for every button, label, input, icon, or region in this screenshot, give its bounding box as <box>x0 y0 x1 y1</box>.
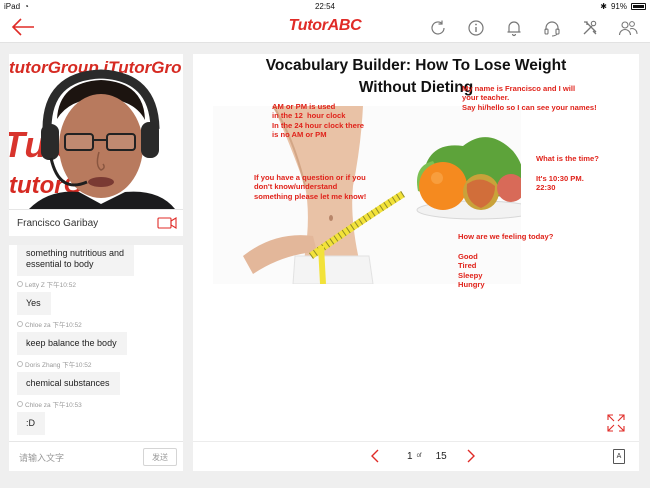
pager: 1 of 15 <box>369 449 477 463</box>
top-nav: TutorABC <box>0 13 650 43</box>
users-icon[interactable] <box>616 16 640 40</box>
teacher-name-bar: Francisco Garibay <box>9 209 183 236</box>
page-of-label: of <box>416 453 422 459</box>
chat-meta: Doris Zhang 下午10:52 <box>17 359 120 369</box>
battery-percent: 91% <box>610 2 627 11</box>
chat-message: Chloe za 下午10:53 :D <box>17 399 82 435</box>
slide-panel: Vocabulary Builder: How To Lose Weight W… <box>193 54 639 471</box>
note-am-pm: AM or PM is used in the 12 hour clock In… <box>272 102 364 139</box>
headset-icon[interactable] <box>540 16 564 40</box>
chat-message: Letty Z 下午10:52 Yes <box>17 279 76 315</box>
clock-icon <box>17 281 23 287</box>
chat-bubble: :D <box>17 412 45 435</box>
slide-title-line1: Vocabulary Builder: How To Lose Weight <box>265 57 567 74</box>
status-right: ✱ 91% <box>600 2 646 11</box>
tools-icon[interactable] <box>578 16 602 40</box>
teacher-portrait <box>29 69 175 209</box>
chat-panel[interactable]: something nutritious and essential to bo… <box>9 245 183 441</box>
chat-meta: Chloe za 下午10:52 <box>17 319 127 329</box>
chat-input[interactable]: 请输入文字 <box>19 451 64 464</box>
battery-icon <box>631 3 646 10</box>
teacher-video: tutorGroup iTutorGro Tu up tutorGr <box>9 54 183 209</box>
slide-footer: 1 of 15 A <box>193 441 639 471</box>
note-time-question: What is the time? <box>536 154 599 163</box>
camera-icon[interactable] <box>157 216 177 235</box>
bluetooth-icon: ✱ <box>600 2 607 11</box>
teacher-name: Francisco Garibay <box>17 218 99 229</box>
clock-icon <box>17 321 23 327</box>
current-page: 1 <box>407 450 413 462</box>
bell-icon[interactable] <box>502 16 526 40</box>
chat-message: something nutritious and essential to bo… <box>17 245 135 276</box>
send-button[interactable]: 发送 <box>143 448 177 466</box>
total-pages: 15 <box>435 450 447 462</box>
note-time-answer: It's 10:30 PM. 22:30 <box>536 174 584 193</box>
clock-icon <box>17 361 23 367</box>
status-time: 22:54 <box>314 2 336 11</box>
clock-icon <box>17 401 23 407</box>
chat-message: Doris Zhang 下午10:52 chemical substances <box>17 359 120 395</box>
note-feeling-options: Good Tired Sleepy Hungry <box>458 252 485 289</box>
chat-meta: Chloe za 下午10:53 <box>17 399 82 409</box>
chat-meta: Letty Z 下午10:52 <box>17 279 76 289</box>
chat-input-bar: 请输入文字 发送 <box>9 441 183 471</box>
chat-bubble: keep balance the body <box>17 332 127 355</box>
note-question: If you have a question or if you don't k… <box>254 173 367 201</box>
refresh-icon[interactable] <box>426 16 450 40</box>
chat-bubble: chemical substances <box>17 372 120 395</box>
chat-message: Chloe za 下午10:52 keep balance the body <box>17 319 127 355</box>
chat-bubble: something nutritious and essential to bo… <box>17 245 135 276</box>
next-page-icon[interactable] <box>465 449 477 463</box>
chat-bubble: Yes <box>17 292 51 315</box>
info-icon[interactable] <box>464 16 488 40</box>
note-intro: My name is Francisco and I will your tea… <box>462 84 597 112</box>
nav-icons <box>426 16 640 40</box>
prev-page-icon[interactable] <box>369 449 381 463</box>
note-feeling-question: How are we feeling today? <box>458 232 554 241</box>
status-bar: iPad ◔ 22:54 ✱ 91% <box>0 0 650 13</box>
slides-file-icon[interactable]: A <box>613 449 625 464</box>
expand-icon[interactable] <box>607 414 625 432</box>
